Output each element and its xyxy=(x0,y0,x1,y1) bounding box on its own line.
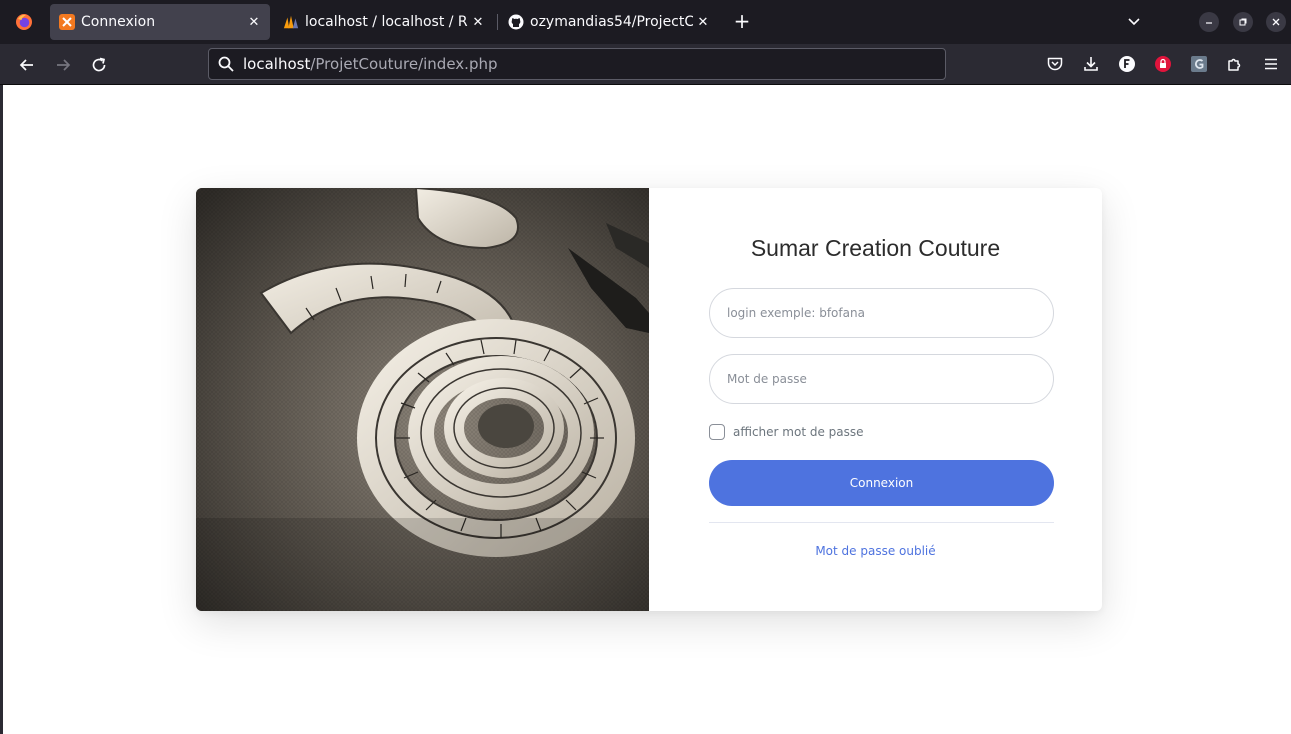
tab-bar: Connexion ✕ localhost / localhost / RH ✕… xyxy=(0,0,1291,44)
navigation-toolbar: localhost/ProjetCouture/index.php xyxy=(0,44,1291,85)
tab-connexion[interactable]: Connexion ✕ xyxy=(50,4,270,40)
tab-title: Connexion xyxy=(81,14,156,30)
reload-icon xyxy=(92,57,106,72)
tab-close-icon[interactable]: ✕ xyxy=(244,12,264,32)
password-input[interactable] xyxy=(709,354,1054,404)
arrow-left-icon xyxy=(19,59,33,71)
tab-title: localhost / localhost / RH xyxy=(305,14,468,30)
minimize-icon xyxy=(1206,22,1212,24)
url-bar[interactable]: localhost/ProjetCouture/index.php xyxy=(208,48,946,80)
show-password-row[interactable]: afficher mot de passe xyxy=(709,424,864,440)
download-icon xyxy=(1084,57,1098,71)
extension-f-button[interactable] xyxy=(1116,53,1138,75)
search-icon xyxy=(218,56,234,72)
show-password-checkbox[interactable] xyxy=(709,424,725,440)
close-icon xyxy=(1272,18,1280,26)
new-tab-button[interactable]: + xyxy=(730,10,754,34)
url-host: localhost xyxy=(243,55,311,73)
login-card: Sumar Creation Couture afficher mot de p… xyxy=(196,188,1102,611)
puzzle-icon xyxy=(1228,58,1241,71)
downloads-button[interactable] xyxy=(1080,53,1102,75)
firefox-icon xyxy=(16,14,32,30)
tape-measure-image xyxy=(196,188,649,611)
xampp-icon xyxy=(59,14,75,30)
pocket-button[interactable] xyxy=(1044,53,1066,75)
show-password-label[interactable]: afficher mot de passe xyxy=(733,425,864,439)
restore-icon xyxy=(1239,18,1247,26)
phpmyadmin-icon xyxy=(283,14,299,30)
connexion-button[interactable]: Connexion xyxy=(709,460,1054,506)
arrow-right-icon xyxy=(57,59,71,71)
app-menu-button[interactable] xyxy=(1260,53,1282,75)
g-extension-icon xyxy=(1191,56,1207,72)
hamburger-menu-icon xyxy=(1265,58,1277,70)
login-input[interactable] xyxy=(709,288,1054,338)
extension-lock-button[interactable] xyxy=(1152,53,1174,75)
forward-button[interactable] xyxy=(50,52,76,78)
list-all-tabs-button[interactable] xyxy=(1124,12,1144,32)
firefox-menu-button[interactable] xyxy=(6,5,42,39)
url-path: /ProjetCouture/index.php xyxy=(310,55,498,73)
url-text: localhost/ProjetCouture/index.php xyxy=(243,55,498,73)
back-button[interactable] xyxy=(14,52,40,78)
reload-button[interactable] xyxy=(86,52,112,78)
close-window-button[interactable] xyxy=(1266,12,1286,32)
divider xyxy=(709,522,1054,523)
tab-github[interactable]: ozymandias54/ProjectCouture ✕ xyxy=(499,4,719,40)
extension-g-button[interactable] xyxy=(1188,53,1210,75)
pocket-icon xyxy=(1047,57,1063,71)
lock-icon xyxy=(1155,56,1171,72)
github-icon xyxy=(508,14,524,30)
tab-separator xyxy=(497,14,498,30)
window-edge xyxy=(0,85,3,734)
login-form: Sumar Creation Couture afficher mot de p… xyxy=(649,188,1102,611)
tab-phpmyadmin[interactable]: localhost / localhost / RH ✕ xyxy=(274,4,494,40)
extensions-button[interactable] xyxy=(1224,53,1246,75)
page-title: Sumar Creation Couture xyxy=(750,235,1001,261)
forgot-password-link[interactable]: Mot de passe oublié xyxy=(649,544,1102,558)
tab-close-icon[interactable]: ✕ xyxy=(693,12,713,32)
minimize-button[interactable] xyxy=(1199,12,1219,32)
tab-title: ozymandias54/ProjectCouture xyxy=(530,14,693,30)
chevron-down-icon xyxy=(1128,18,1140,26)
restore-button[interactable] xyxy=(1233,12,1253,32)
tab-close-icon[interactable]: ✕ xyxy=(468,12,488,32)
f-extension-icon xyxy=(1119,56,1135,72)
